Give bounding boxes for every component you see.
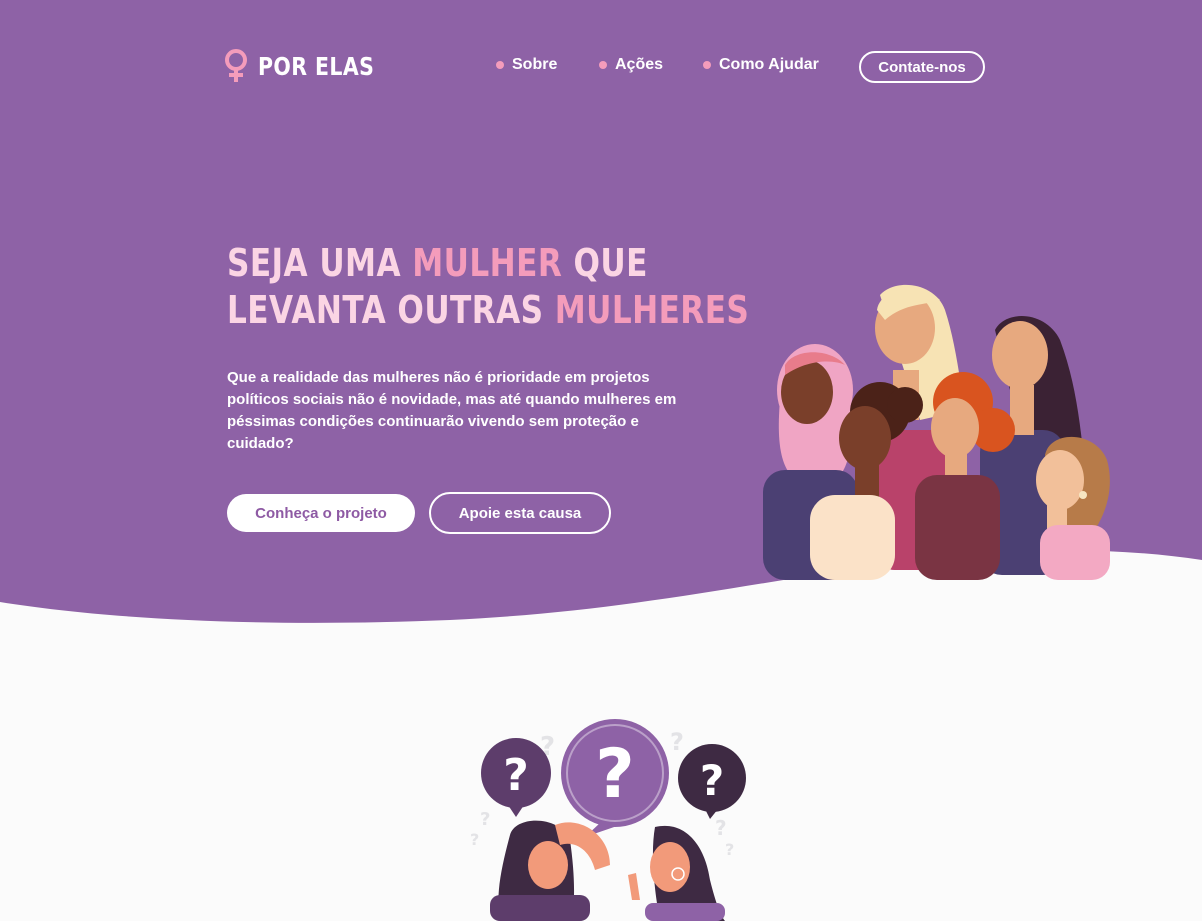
headline-text: SEJA UMA	[227, 241, 413, 285]
svg-text:?: ?	[725, 840, 734, 859]
brand-name: POR ELAS	[258, 51, 375, 81]
nav-link-acoes[interactable]: Ações	[599, 56, 663, 74]
support-cause-button[interactable]: Apoie esta causa	[429, 492, 611, 534]
nav-link-label: Sobre	[512, 56, 558, 73]
bullet-dot-icon	[599, 61, 607, 69]
hero-lead-paragraph: Que a realidade das mulheres não é prior…	[227, 369, 677, 452]
top-navigation: POR ELAS Sobre Ações Como Ajudar Contate…	[0, 0, 1202, 130]
nav-link-sobre[interactable]: Sobre	[496, 56, 557, 74]
hero-section: POR ELAS Sobre Ações Como Ajudar Contate…	[0, 0, 1202, 640]
svg-text:?: ?	[715, 816, 727, 840]
svg-text:?: ?	[480, 809, 490, 830]
headline-text: LEVANTA OUTRAS	[227, 288, 555, 332]
headline-highlight: MULHER	[412, 241, 563, 285]
nav-link-label: Como Ajudar	[719, 56, 819, 73]
women-with-question-marks-illustration: ? ? ? ? ? ? ? ? ?	[470, 719, 746, 921]
svg-text:?: ?	[595, 735, 634, 814]
bullet-dot-icon	[703, 61, 711, 69]
group-of-women-illustration	[763, 284, 1110, 580]
female-symbol-icon	[225, 49, 247, 82]
nav-link-como-ajudar[interactable]: Como Ajudar	[703, 56, 819, 74]
brand-logo[interactable]: POR ELAS	[222, 48, 400, 84]
learn-project-button[interactable]: Conheça o projeto	[227, 494, 415, 532]
svg-text:?: ?	[470, 830, 479, 849]
svg-text:?: ?	[503, 750, 529, 801]
headline-text: QUE	[562, 241, 648, 285]
contact-button[interactable]: Contate-nos	[859, 51, 985, 83]
svg-text:?: ?	[670, 728, 684, 756]
hero-headline: SEJA UMA MULHER QUE LEVANTA OUTRAS MULHE…	[227, 240, 749, 334]
nav-link-label: Ações	[615, 56, 664, 73]
bullet-dot-icon	[496, 61, 504, 69]
headline-highlight: MULHERES	[554, 288, 750, 332]
svg-text:?: ?	[700, 756, 724, 805]
